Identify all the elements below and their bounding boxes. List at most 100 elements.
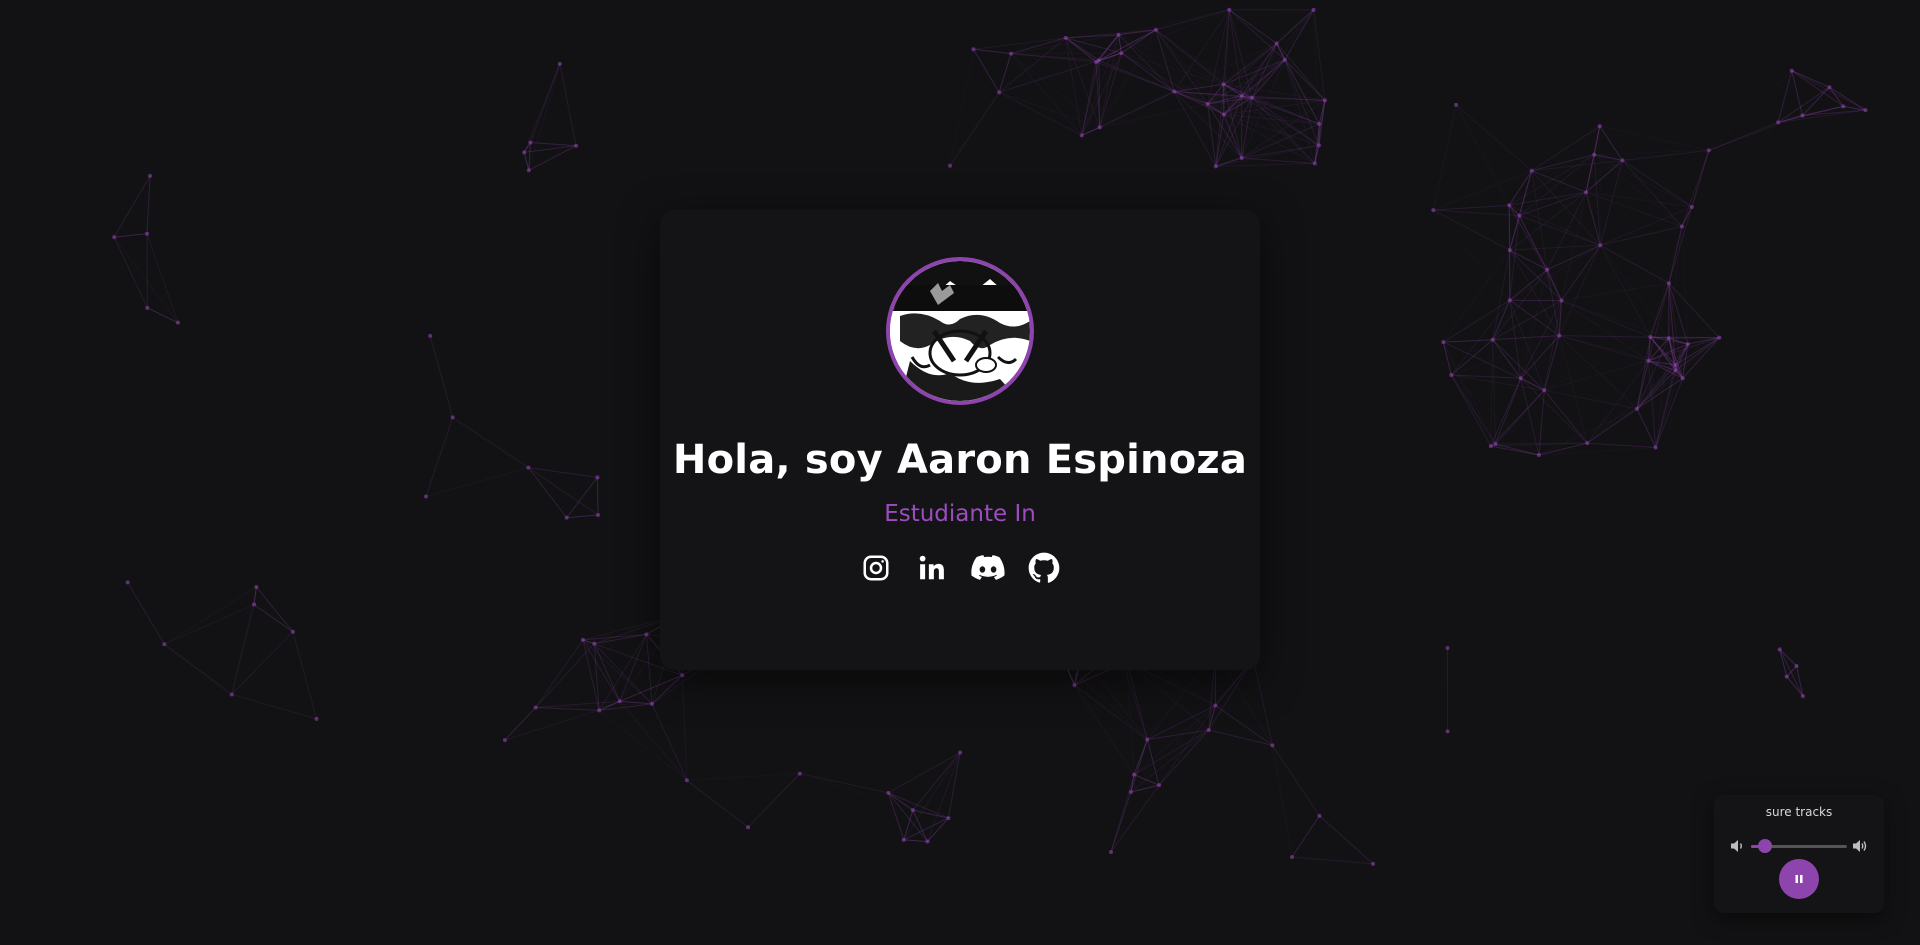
network-node [1488, 444, 1493, 449]
network-link [1450, 299, 1511, 376]
network-node [1153, 27, 1158, 32]
network-link [1599, 126, 1601, 246]
network-node [1116, 32, 1121, 37]
network-node [1221, 82, 1226, 87]
network-node [175, 320, 180, 325]
network-link [998, 91, 1082, 136]
network-link [903, 752, 961, 841]
network-node [1620, 158, 1625, 163]
pause-icon [1795, 875, 1803, 883]
network-link [113, 236, 179, 323]
network-link [598, 709, 688, 781]
network-node [145, 305, 150, 310]
network-node [1128, 789, 1133, 794]
network-node [1205, 101, 1210, 106]
network-node [1445, 646, 1450, 651]
network-link [1315, 164, 1434, 211]
network-node [1239, 93, 1244, 98]
network-link [1241, 157, 1315, 164]
network-link [1561, 282, 1669, 301]
network-node [162, 642, 167, 647]
network-node [1536, 452, 1541, 457]
network-link [888, 752, 961, 794]
network-link [645, 634, 653, 704]
volume-high-icon[interactable] [1852, 839, 1868, 853]
volume-slider[interactable] [1751, 839, 1847, 853]
network-link [1668, 282, 1720, 338]
social-link-instagram[interactable] [857, 549, 895, 587]
music-player: sure tracks [1714, 795, 1884, 913]
network-node [1157, 783, 1162, 788]
network-node [1206, 727, 1211, 732]
network-link [559, 63, 577, 146]
social-link-discord[interactable] [969, 549, 1007, 587]
network-link [1291, 856, 1374, 865]
network-node [145, 231, 150, 236]
network-link [231, 631, 294, 695]
network-node [1800, 113, 1805, 118]
network-link [998, 61, 1097, 93]
network-link [973, 37, 1066, 50]
network-node [1777, 647, 1782, 652]
network-node [946, 816, 951, 821]
network-node [1274, 41, 1279, 46]
network-link [619, 700, 653, 705]
network-link [1544, 360, 1649, 391]
network-node [597, 708, 602, 713]
network-node [1239, 156, 1244, 161]
network-link [1508, 205, 1511, 301]
network-link [292, 631, 317, 719]
network-node [1172, 89, 1177, 94]
play-pause-button[interactable] [1779, 859, 1819, 899]
network-node [1794, 663, 1799, 668]
network-link [1251, 9, 1314, 99]
network-node [1673, 362, 1678, 367]
network-node [1598, 243, 1603, 248]
network-link [527, 467, 568, 518]
subtitle: Estudiante In [884, 501, 1036, 527]
network-node [644, 632, 649, 637]
network-link [1622, 160, 1683, 227]
network-node [252, 602, 257, 607]
network-link [1314, 100, 1326, 164]
network-node [564, 515, 569, 520]
network-link [1291, 815, 1320, 858]
network-link [927, 817, 949, 842]
network-link [1158, 705, 1216, 786]
social-link-linkedin[interactable] [913, 549, 951, 587]
volume-low-icon[interactable] [1730, 839, 1746, 853]
network-node [1317, 121, 1322, 126]
network-node [1776, 120, 1781, 125]
network-node [148, 173, 153, 178]
network-node [746, 825, 751, 830]
network-node [1507, 203, 1512, 208]
social-link-github[interactable] [1025, 549, 1063, 587]
network-node [1227, 7, 1232, 12]
network-node [684, 778, 689, 783]
network-link [1442, 249, 1511, 343]
network-link [800, 774, 904, 840]
network-link [681, 675, 688, 781]
network-link [1284, 9, 1315, 61]
network-link [535, 639, 584, 708]
network-link [1622, 159, 1693, 208]
network-link [1443, 300, 1561, 342]
network-node [112, 235, 117, 240]
network-link [528, 467, 598, 478]
network-link [1451, 335, 1560, 376]
network-link [146, 175, 151, 234]
avatar-illustration [890, 261, 1030, 401]
github-icon [1028, 552, 1060, 583]
volume-slider-thumb[interactable] [1758, 839, 1773, 853]
network-link [113, 236, 148, 309]
avatar [886, 257, 1034, 405]
network-link [1490, 339, 1494, 447]
network-node [1585, 441, 1590, 446]
network-link [566, 514, 599, 519]
network-node [997, 90, 1002, 95]
network-link [1442, 341, 1496, 445]
network-node [1648, 335, 1653, 340]
network-node [1371, 861, 1376, 866]
network-link [429, 335, 454, 418]
network-node [1441, 340, 1446, 345]
